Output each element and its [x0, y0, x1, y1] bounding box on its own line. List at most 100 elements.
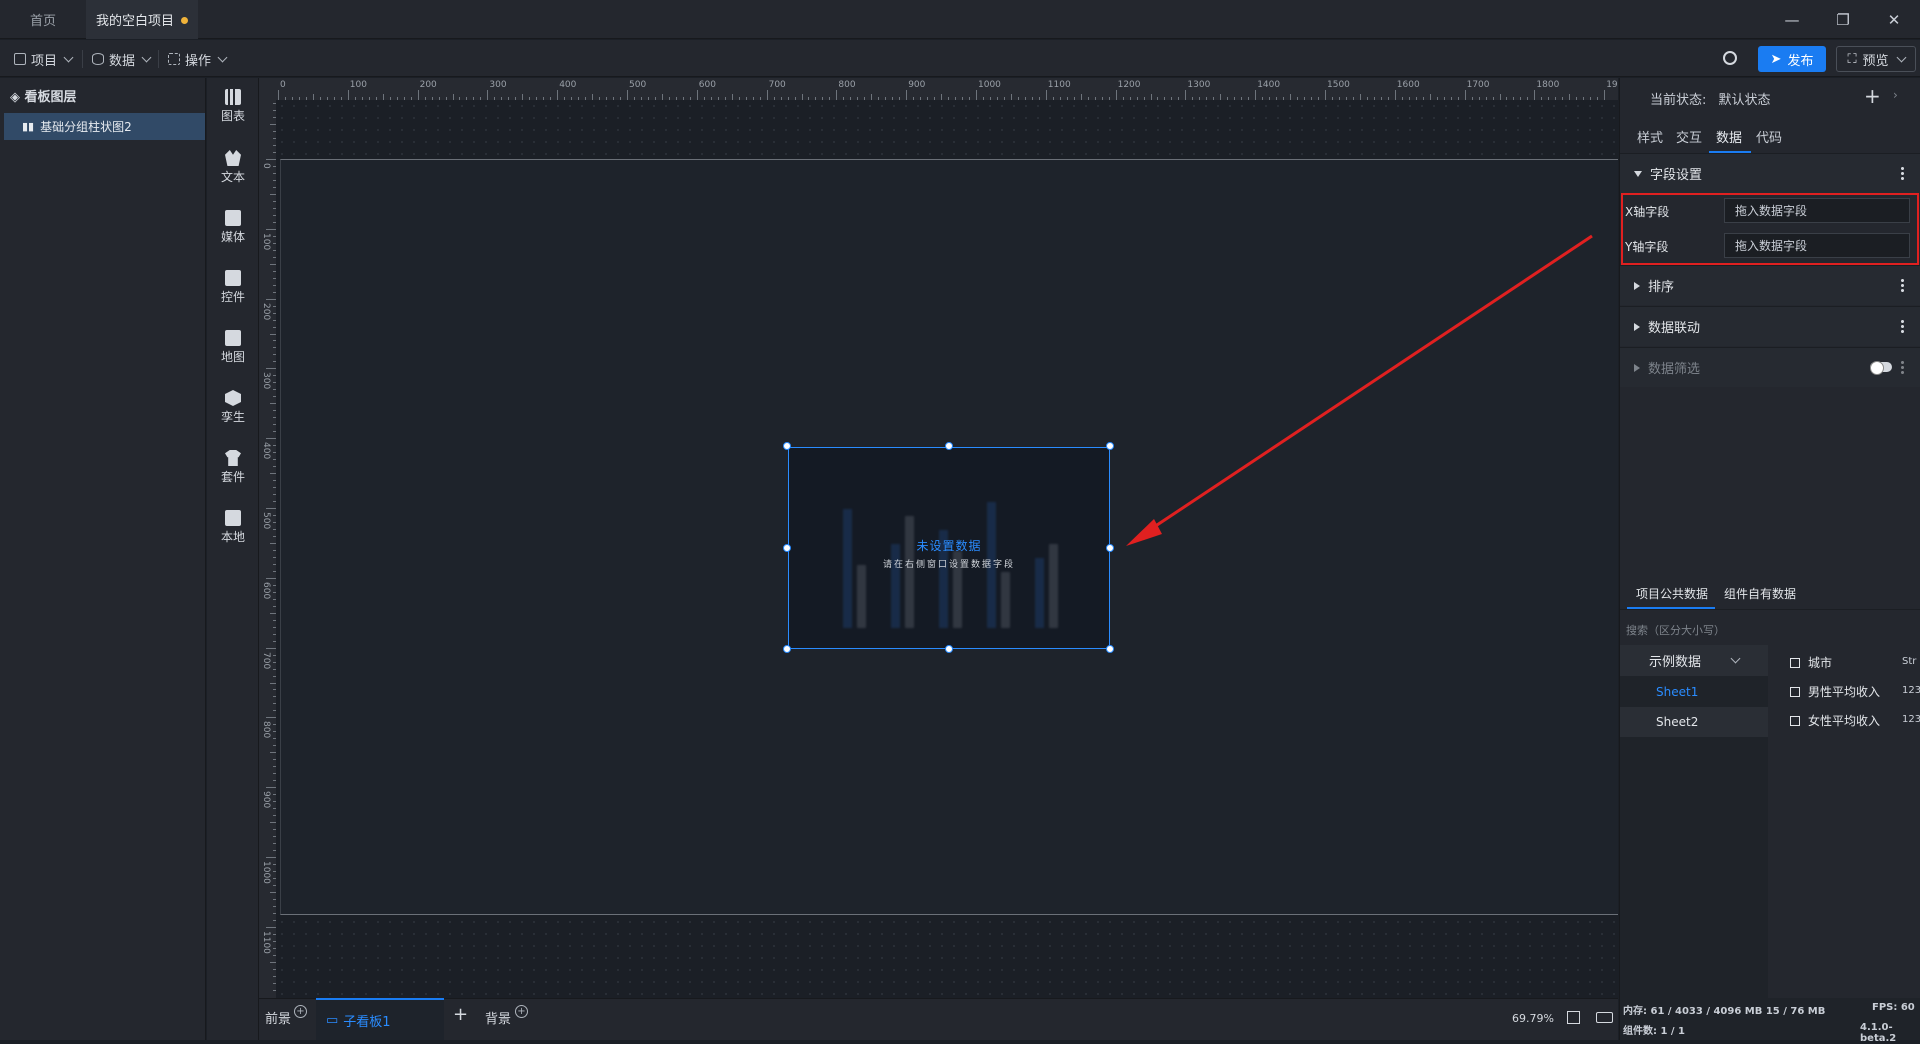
tab-interaction[interactable]: 交互 [1676, 127, 1702, 146]
title-bar [0, 0, 1920, 39]
datasource-select[interactable]: 示例数据 [1620, 645, 1768, 676]
menu-operate[interactable]: 操作 [168, 47, 228, 71]
component-twin-label: 孪生 [220, 410, 245, 424]
ruler-label: 1800 [1536, 80, 1560, 90]
field-row[interactable]: 男性平均收入 [1790, 683, 1880, 700]
tab-project-label: 我的空白项目 [95, 14, 174, 29]
ruler-tick [417, 90, 419, 100]
more-icon[interactable] [1901, 278, 1904, 293]
section-field-settings-label: 字段设置 [1650, 168, 1703, 183]
y-field-placeholder: 拖入数据字段 [1735, 239, 1808, 253]
field-row[interactable]: 女性平均收入 [1790, 712, 1880, 729]
resize-handle-nw[interactable] [783, 442, 791, 450]
section-linkage[interactable]: 数据联动 [1620, 306, 1920, 346]
sub-board-tab[interactable]: ▭ 子看板1 [316, 998, 444, 1040]
sheet-item[interactable]: Sheet2 [1620, 707, 1768, 737]
tab-code[interactable]: 代码 [1756, 127, 1782, 146]
publish-button[interactable]: ➤ 发布 [1758, 46, 1826, 72]
chart-icon [225, 89, 241, 105]
fit-screen-icon[interactable] [1567, 1011, 1580, 1024]
component-chart[interactable]: 图表 [207, 89, 259, 124]
component-text[interactable]: 文本 [207, 150, 259, 185]
component-local[interactable]: 本地 [207, 510, 259, 545]
tab-project[interactable]: 我的空白项目 [86, 0, 198, 39]
component-twin[interactable]: 孪生 [207, 390, 259, 425]
zoom-level[interactable]: 69.79% [1512, 1012, 1554, 1025]
component-map[interactable]: 地图 [207, 330, 259, 365]
datasource-search[interactable]: 搜索（区分大小写） [1626, 622, 1725, 638]
resize-handle-w[interactable] [783, 544, 791, 552]
board-icon: ▭ [326, 1012, 339, 1028]
more-icon[interactable] [1901, 166, 1904, 181]
more-icon[interactable] [1901, 360, 1904, 375]
ruler-label: 0 [280, 80, 286, 90]
resize-handle-se[interactable] [1106, 645, 1114, 653]
component-control[interactable]: 控件 [207, 270, 259, 305]
y-field-dropzone[interactable]: 拖入数据字段 [1724, 233, 1910, 258]
checkbox[interactable] [1790, 715, 1800, 726]
back-layer-label: 背景 [485, 1012, 512, 1027]
sheet-item[interactable]: Sheet1 [1620, 677, 1768, 707]
restore-icon[interactable]: ❐ [1831, 8, 1855, 32]
section-filter[interactable]: 数据筛选 [1620, 347, 1920, 387]
keyboard-icon[interactable] [1596, 1012, 1613, 1023]
memory-status: 内存: 61 / 4033 / 4096 MB 15 / 76 MB [1623, 1006, 1826, 1017]
more-icon[interactable] [1901, 319, 1904, 334]
tab-data[interactable]: 数据 [1716, 127, 1742, 146]
field-type: 123 [1902, 685, 1920, 696]
filter-toggle[interactable] [1870, 361, 1892, 375]
add-board-icon[interactable]: + [453, 1004, 468, 1025]
ruler-label: 500 [261, 512, 271, 530]
menu-project[interactable]: 项目 [14, 47, 74, 71]
add-front-icon[interactable]: + [294, 1005, 307, 1018]
front-layer-tab[interactable]: 前景 [265, 1008, 291, 1027]
no-data-title: 未设置数据 [916, 539, 982, 553]
ruler-tick [696, 90, 698, 100]
minimize-icon[interactable]: — [1780, 8, 1804, 32]
add-state-icon[interactable]: + [1864, 84, 1881, 108]
ruler-label: 1900 [1606, 80, 1618, 90]
preview-button[interactable]: ⛶ 预览 [1836, 46, 1916, 72]
no-data-subtitle: 请在右侧窗口设置数据字段 [882, 560, 1015, 570]
datasource-tab-indicator [1627, 607, 1715, 609]
ruler-label: 1300 [1187, 80, 1211, 90]
resize-handle-e[interactable] [1106, 544, 1114, 552]
tab-project-data[interactable]: 项目公共数据 [1636, 585, 1708, 602]
ruler-tick [347, 90, 349, 100]
section-field-settings[interactable]: 字段设置 [1620, 153, 1920, 193]
resize-handle-sw[interactable] [783, 645, 791, 653]
menu-data[interactable]: 数据 [92, 47, 152, 71]
ruler-top: 0 100 200 300 400 500 600 700 800 900 1000 1100 1200… [276, 78, 1618, 100]
tab-style[interactable]: 样式 [1637, 127, 1663, 146]
caret-down-icon [1634, 170, 1642, 177]
x-field-dropzone[interactable]: 拖入数据字段 [1724, 198, 1910, 223]
ruler-tick [487, 90, 489, 100]
ruler-label: 1000 [978, 80, 1001, 90]
component-media[interactable]: 媒体 [207, 210, 259, 245]
layer-item-label: 基础分组柱状图2 [40, 120, 132, 134]
add-back-icon[interactable]: + [515, 1005, 528, 1018]
send-icon: ➤ [1770, 51, 1782, 67]
component-suite[interactable]: 套件 [207, 450, 259, 485]
ruler-label: 100 [349, 80, 367, 90]
ruler-label: 1100 [1047, 80, 1071, 90]
close-icon[interactable]: ✕ [1882, 8, 1906, 32]
ruler-label: 400 [559, 80, 577, 90]
caret-right-icon [1634, 281, 1640, 290]
layer-item[interactable]: ▮▮ 基础分组柱状图2 [4, 113, 205, 140]
tab-home[interactable]: 首页 [0, 0, 86, 39]
resize-handle-n[interactable] [945, 442, 953, 450]
ruler-tick [1325, 90, 1326, 100]
control-icon [225, 270, 241, 286]
checkbox[interactable] [1790, 657, 1800, 668]
search-icon[interactable] [1723, 51, 1737, 65]
tab-component-data[interactable]: 组件自有数据 [1724, 585, 1796, 602]
field-row[interactable]: 城市 [1790, 654, 1832, 671]
section-sort[interactable]: 排序 [1620, 265, 1920, 305]
back-layer-tab[interactable]: 背景 [485, 1008, 511, 1027]
resize-handle-ne[interactable] [1106, 442, 1114, 450]
chevron-right-icon[interactable]: › [1893, 88, 1898, 102]
resize-handle-s[interactable] [945, 645, 953, 653]
checkbox[interactable] [1790, 686, 1800, 697]
ruler-label: 700 [768, 80, 786, 90]
